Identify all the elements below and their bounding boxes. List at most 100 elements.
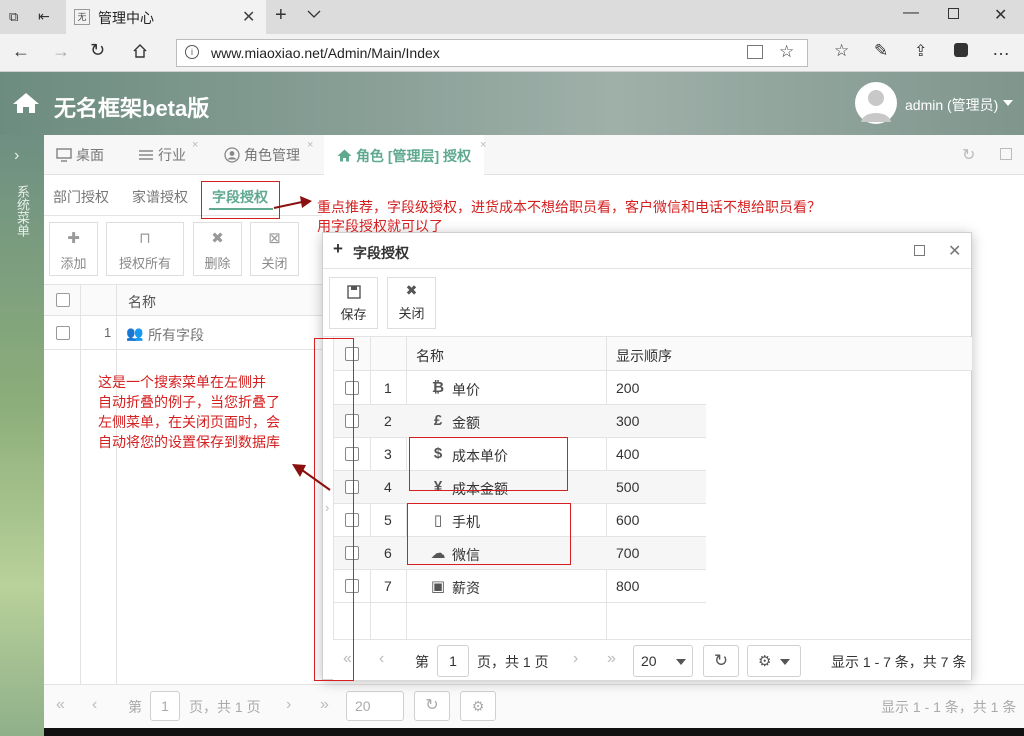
table-row[interactable]: 7 ▣ 薪资 800 (334, 570, 706, 603)
page-size-select[interactable]: 20 (633, 645, 693, 677)
caret-down-icon[interactable] (1003, 100, 1013, 106)
row-display-order: 400 (616, 446, 640, 462)
row-number: 7 (384, 578, 392, 594)
table-row[interactable]: 2 £ 金额 300 (334, 405, 706, 438)
home-icon[interactable] (132, 43, 148, 59)
row-field-name: 薪资 (452, 580, 480, 596)
browser-tab-active[interactable]: 无 管理中心 ✕ (66, 0, 266, 34)
add-button[interactable]: ✚ 添加 (49, 222, 98, 276)
sidebar-label: 系统菜单 (15, 185, 30, 237)
times-icon: ✖ (211, 230, 224, 247)
annotation-highlight-cost-rows (409, 437, 568, 491)
pound-icon: £ (433, 412, 443, 429)
tab-dropdown-icon[interactable] (307, 9, 321, 19)
page-prefix: 第 (415, 654, 429, 670)
tab-role-authorize[interactable]: 角色 [管理层] 授权 (324, 135, 484, 176)
tab-list-icon[interactable]: ⧉ (9, 9, 18, 25)
annotation-highlight-collapse-bar (314, 338, 354, 681)
subtab-department[interactable]: 部门授权 (53, 187, 109, 207)
tab-industry[interactable]: 行业 (138, 135, 186, 175)
row-number: 3 (384, 446, 392, 462)
subtab-divider (44, 215, 322, 216)
authorize-all-button[interactable]: ⊓ 授权所有 (106, 222, 184, 276)
forward-icon[interactable]: → (52, 41, 70, 62)
dialog-title: 字段授权 (353, 245, 409, 261)
row-number: 2 (384, 413, 392, 429)
taskbar-edge (44, 728, 1024, 736)
user-menu[interactable]: admin (管理员) (905, 95, 998, 115)
star-icon[interactable]: ☆ (779, 42, 794, 62)
table-row[interactable]: 1 ₿ 单价 200 (334, 372, 706, 405)
url-input[interactable]: i www.miaoxiao.net/Admin/Main/Index ☆ (176, 39, 808, 67)
bg-settings-button[interactable]: ⚙ (460, 691, 496, 721)
bg-refresh-button[interactable]: ↻ (414, 691, 450, 721)
annotation-arrow-left-icon (292, 464, 331, 491)
table-row[interactable]: 1 👥 所有字段 (44, 316, 322, 349)
save-button[interactable]: 保存 (329, 277, 378, 329)
bg-prev-page-icon[interactable]: ‹ (92, 696, 97, 714)
tab-industry-close-icon[interactable]: × (192, 139, 198, 151)
bg-pager: « ‹ 第 1 页，共 1 页 › » 20 ↻ ⚙ 显示 1 - 1 条，共 … (44, 684, 1024, 728)
info-icon[interactable]: i (185, 45, 199, 59)
gear-icon: ⚙ (758, 653, 772, 670)
page-input[interactable]: 1 (437, 645, 469, 677)
app-title: 无名框架beta版 (54, 96, 210, 121)
set-aside-tabs-icon[interactable]: ⇤ (38, 8, 50, 25)
tab-role-management[interactable]: 角色管理 (224, 135, 300, 175)
tab-close-icon[interactable]: ✕ (242, 7, 255, 27)
dialog-close-button[interactable]: ✖ 关闭 (387, 277, 436, 329)
minimize-icon[interactable]: — (903, 4, 919, 22)
bg-grid-column-name: 名称 (128, 294, 156, 310)
collapsed-sidebar[interactable]: › 系统菜单 (0, 135, 44, 736)
avatar[interactable] (855, 82, 897, 124)
new-tab-icon[interactable]: + (275, 4, 287, 27)
refresh-icon[interactable]: ↻ (90, 40, 105, 61)
users-icon: 👥 (126, 325, 144, 341)
next-page-icon[interactable]: › (573, 650, 578, 668)
close-button[interactable]: ⊠ 关闭 (250, 222, 299, 276)
dialog-grid-header: 名称 显示顺序 (334, 337, 972, 371)
tab-role-authorize-label: 角色 [管理层] 授权 (355, 147, 472, 164)
back-icon[interactable]: ← (12, 41, 30, 62)
bg-page-input[interactable]: 1 (150, 691, 180, 721)
caret-down-icon (676, 659, 686, 665)
tab-industry-label: 行业 (158, 147, 186, 163)
restore-icon[interactable] (948, 8, 959, 19)
columns-settings-button[interactable]: ⚙ (747, 645, 801, 677)
delete-button[interactable]: ✖ 删除 (193, 222, 242, 276)
prev-page-icon[interactable]: ‹ (379, 650, 384, 668)
more-icon[interactable]: … (992, 39, 1010, 60)
refresh-button[interactable]: ↻ (703, 645, 739, 677)
expand-sidebar-icon[interactable]: › (14, 147, 19, 165)
app-header: 无名框架beta版 admin (管理员) (0, 72, 1024, 135)
bg-row-checkbox[interactable] (56, 326, 70, 340)
bg-grid-select-all-checkbox[interactable] (56, 293, 70, 307)
window-close-icon[interactable]: ✕ (994, 5, 1007, 25)
last-page-icon[interactable]: » (607, 650, 616, 668)
bg-row-name: 所有字段 (148, 327, 204, 343)
inbox-icon: ⊓ (139, 230, 151, 247)
reading-view-icon[interactable] (747, 45, 763, 59)
save-button-label: 保存 (340, 307, 367, 322)
evernote-icon[interactable] (954, 43, 968, 57)
pen-icon[interactable]: ✎ (874, 41, 888, 61)
tabs-fullscreen-icon[interactable] (1000, 148, 1012, 160)
dialog-close-label: 关闭 (398, 306, 425, 321)
bg-last-page-icon[interactable]: » (320, 696, 329, 714)
tabs-refresh-icon[interactable]: ↻ (962, 145, 975, 165)
tab-role-authorize-close-icon[interactable]: × (480, 139, 486, 151)
share-icon[interactable]: ⇪ (914, 41, 927, 61)
subtab-family[interactable]: 家谱授权 (132, 187, 188, 207)
bg-page-size-select[interactable]: 20 (346, 691, 404, 721)
times-icon: ✖ (405, 282, 418, 298)
row-number: 4 (384, 479, 392, 495)
row-number: 6 (384, 545, 392, 561)
favorites-icon[interactable]: ☆ (834, 41, 849, 61)
annotation-arrow-right-icon (273, 196, 312, 209)
bg-first-page-icon[interactable]: « (56, 696, 65, 714)
tab-role-management-close-icon[interactable]: × (307, 139, 313, 151)
bg-next-page-icon[interactable]: › (286, 696, 291, 714)
dialog-maximize-icon[interactable] (914, 245, 925, 256)
dialog-close-icon[interactable]: ✕ (948, 241, 961, 261)
tab-desktop[interactable]: 桌面 (56, 135, 104, 175)
